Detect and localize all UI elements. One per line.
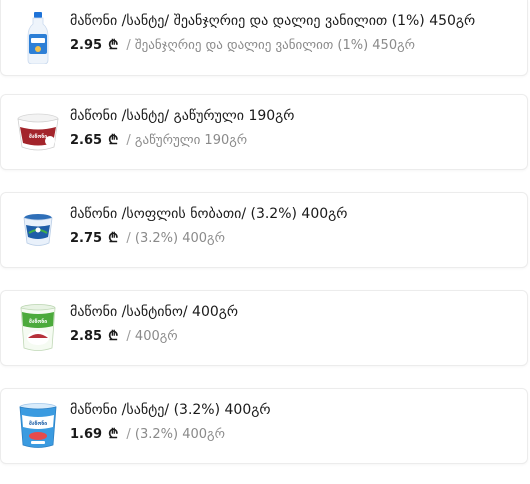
price-row: 2.95 ₾ / შეანჯღრიე და დალიე ვანილით (1%)…	[70, 37, 415, 55]
currency-symbol: ₾	[108, 231, 119, 246]
product-card[interactable]: მაწონი მაწონი /სანტე/ გაწურული 190გრ 2.6…	[0, 94, 528, 170]
product-title[interactable]: მაწონი /სანტე/ (3.2%) 400გრ	[70, 401, 271, 419]
price-separator: /	[126, 231, 131, 246]
yogurt-tub-icon	[23, 214, 53, 246]
price-separator: /	[126, 133, 131, 148]
price-row: 2.65 ₾ / გაწურული 190გრ	[70, 132, 247, 150]
drink-bottle-icon	[27, 12, 49, 64]
product-subtitle: 400გრ	[134, 329, 178, 344]
price-row: 2.85 ₾ / 400გრ	[70, 328, 178, 346]
yogurt-cup-icon: მაწონი	[17, 113, 59, 151]
price-separator: /	[126, 427, 131, 442]
product-image[interactable]: მაწონი	[15, 301, 61, 357]
product-card[interactable]: მაწონი /სოფლის ნობათი/ (3.2%) 400გრ 2.75…	[0, 192, 528, 268]
product-price: 2.75	[70, 231, 103, 246]
product-card[interactable]: მაწონი /სანტე/ შეანჯღრიე და დალიე ვანილი…	[0, 0, 528, 76]
cup-label-text: მაწონი	[29, 319, 47, 325]
product-subtitle: (3.2%) 400გრ	[134, 427, 225, 442]
currency-symbol: ₾	[108, 329, 119, 344]
price-row: 1.69 ₾ / (3.2%) 400გრ	[70, 426, 225, 444]
product-title[interactable]: მაწონი /სოფლის ნობათი/ (3.2%) 400გრ	[70, 205, 347, 223]
price-separator: /	[126, 38, 131, 53]
product-card[interactable]: მაწონი მაწონი /სანტე/ (3.2%) 400გრ 1.69 …	[0, 388, 528, 464]
yogurt-tall-cup-icon: მაწონი	[20, 304, 56, 351]
currency-symbol: ₾	[108, 38, 119, 53]
cup-label-text: მაწონი	[29, 421, 47, 427]
product-title[interactable]: მაწონი /სანტე/ შეანჯღრიე და დალიე ვანილი…	[70, 12, 475, 30]
product-subtitle: გაწურული 190გრ	[134, 133, 248, 148]
product-title[interactable]: მაწონი /სანტინო/ 400გრ	[70, 303, 238, 321]
product-price: 2.95	[70, 38, 103, 53]
product-image[interactable]: მაწონი	[15, 105, 61, 161]
product-image[interactable]	[15, 203, 61, 259]
product-subtitle: (3.2%) 400გრ	[134, 231, 225, 246]
product-subtitle: შეანჯღრიე და დალიე ვანილით (1%) 450გრ	[134, 38, 415, 53]
cup-label-text: მაწონი	[29, 134, 47, 140]
product-image[interactable]	[15, 10, 61, 66]
currency-symbol: ₾	[108, 427, 119, 442]
yogurt-blue-cup-icon: მაწონი	[19, 403, 57, 448]
product-price: 1.69	[70, 427, 103, 442]
price-separator: /	[126, 329, 131, 344]
product-title[interactable]: მაწონი /სანტე/ გაწურული 190გრ	[70, 107, 294, 125]
product-price: 2.65	[70, 133, 103, 148]
currency-symbol: ₾	[108, 133, 119, 148]
product-price: 2.85	[70, 329, 103, 344]
product-card[interactable]: მაწონი მაწონი /სანტინო/ 400გრ 2.85 ₾ / 4…	[0, 290, 528, 366]
product-list: მაწონი /სანტე/ შეანჯღრიე და დალიე ვანილი…	[0, 0, 530, 484]
price-row: 2.75 ₾ / (3.2%) 400გრ	[70, 230, 225, 248]
product-image[interactable]: მაწონი	[15, 399, 61, 455]
